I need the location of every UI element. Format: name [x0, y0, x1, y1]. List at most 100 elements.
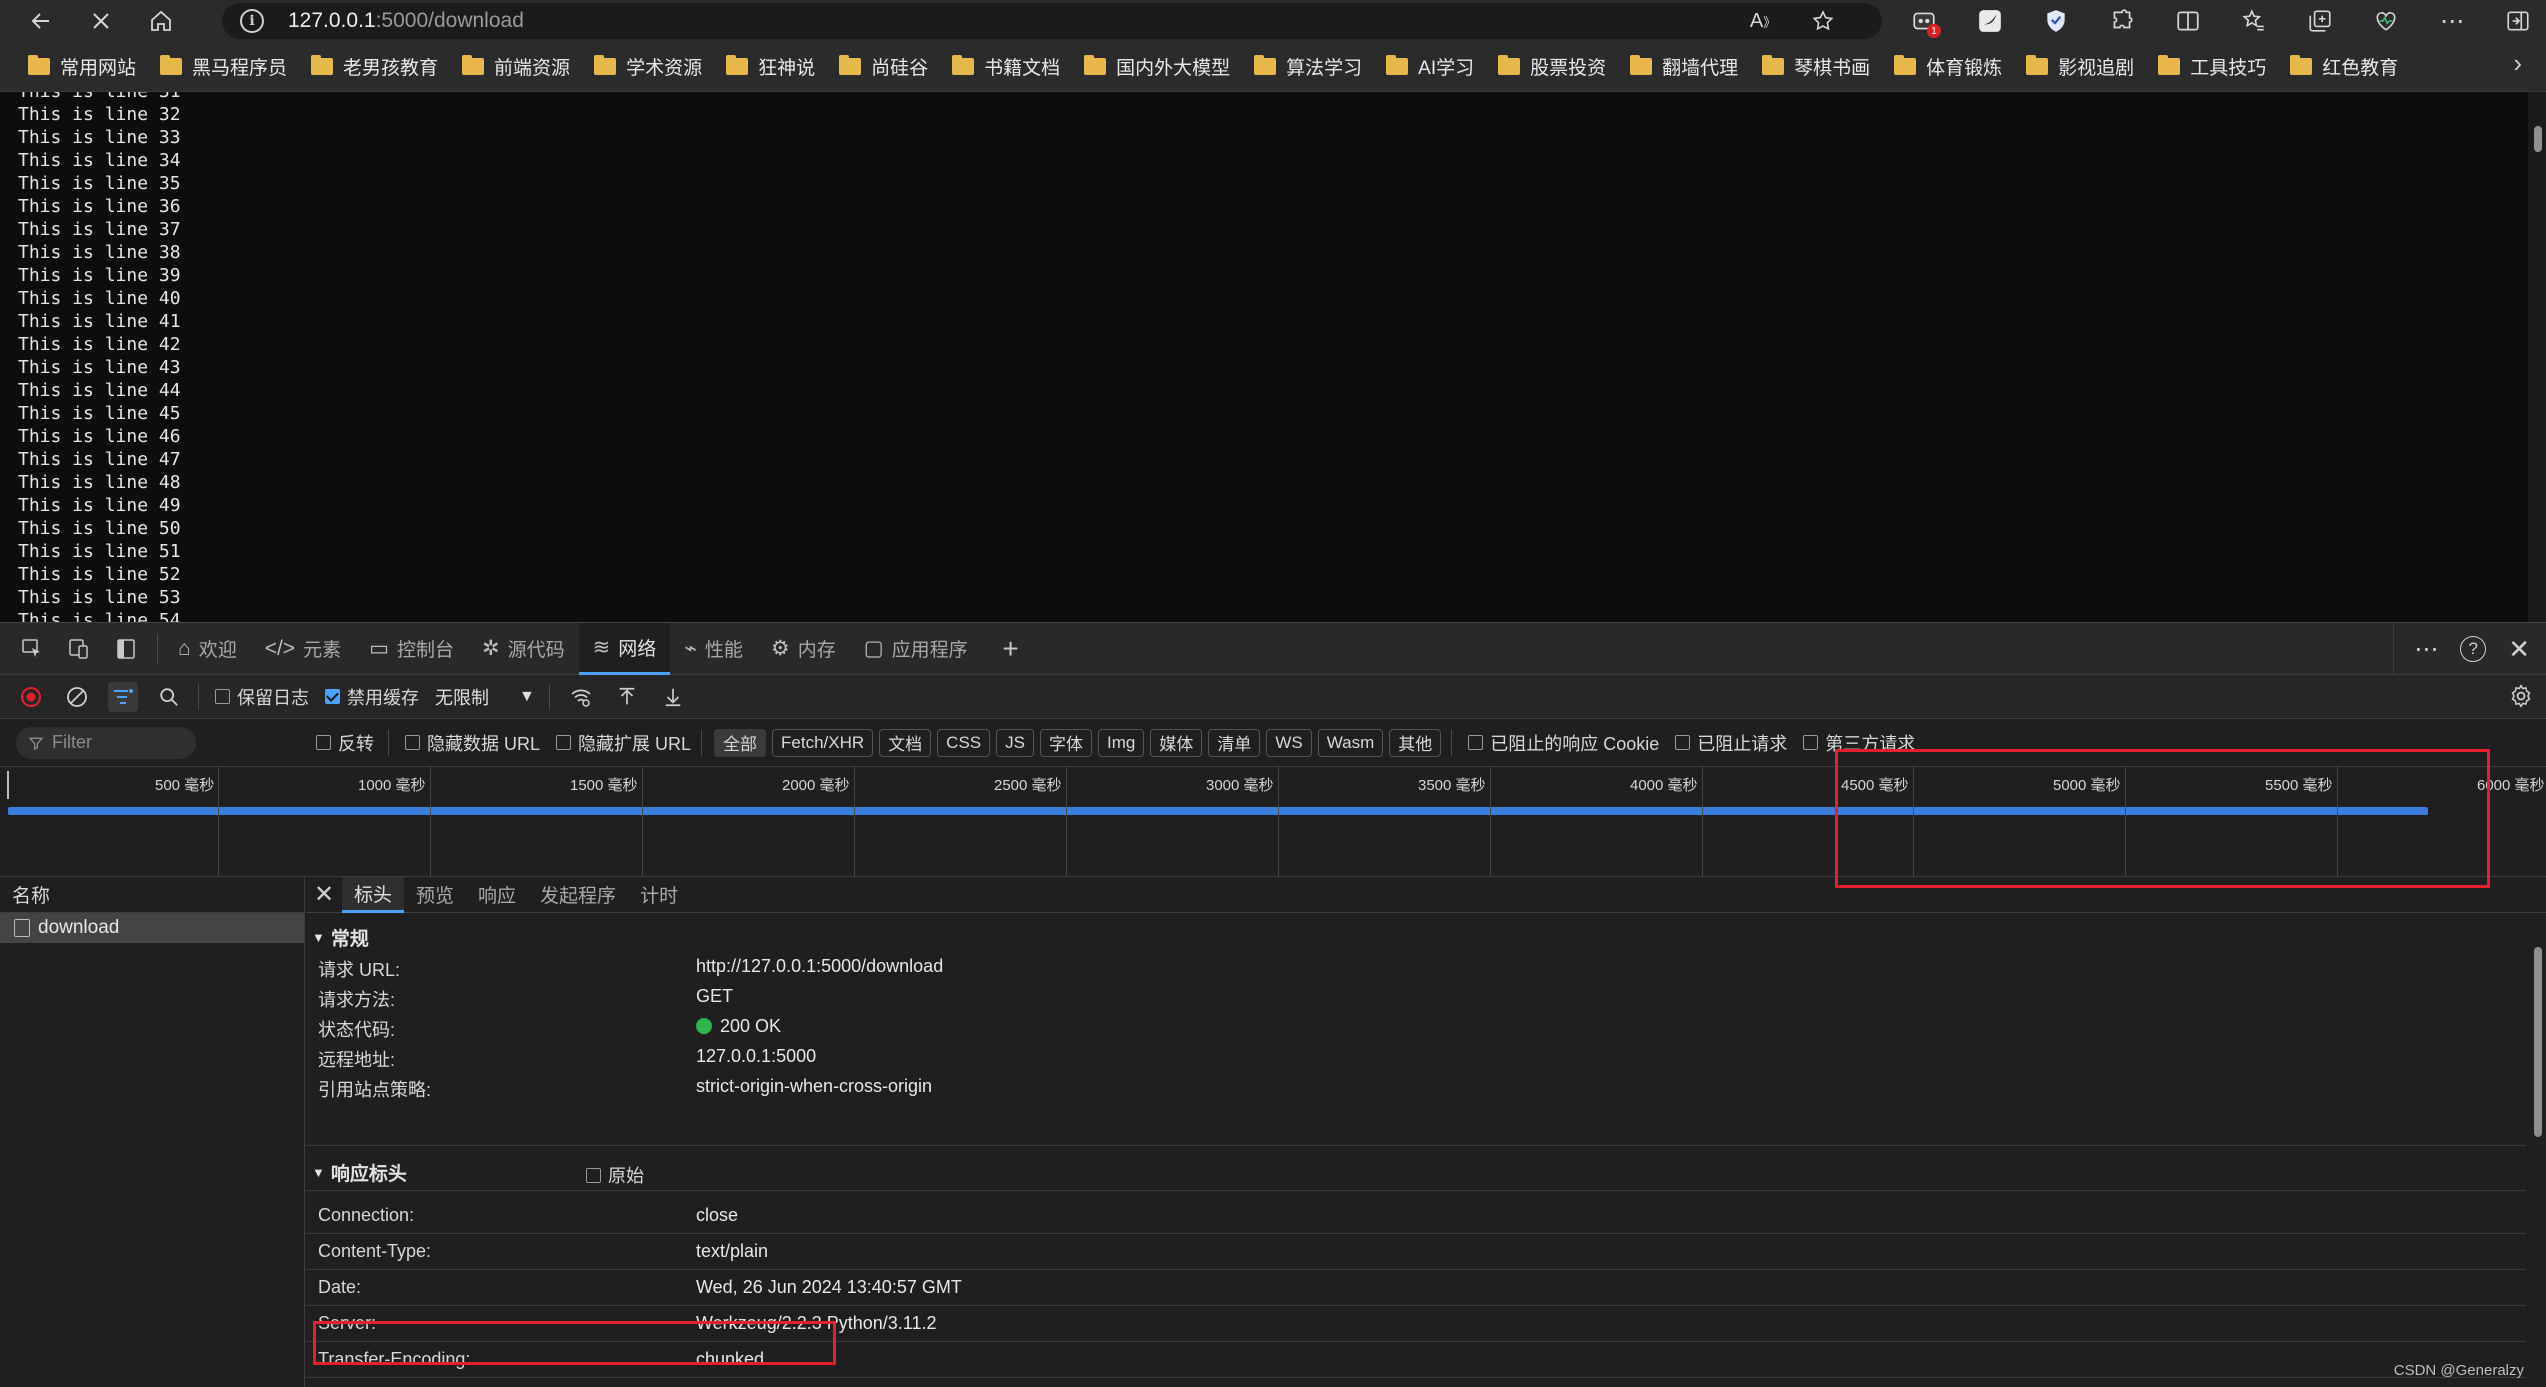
- add-tab-icon[interactable]: +: [996, 633, 1026, 664]
- close-devtools-icon[interactable]: ✕: [2508, 634, 2530, 665]
- import-har-icon[interactable]: [612, 682, 642, 712]
- address-bar[interactable]: i 127.0.0.1:5000/download A 》: [222, 3, 1882, 39]
- filter-input[interactable]: Filter: [16, 726, 196, 759]
- extensions-puzzle-icon[interactable]: [2103, 2, 2141, 40]
- url-text[interactable]: 127.0.0.1:5000/download: [288, 9, 524, 33]
- favorite-star-icon[interactable]: [1804, 2, 1842, 40]
- checkbox-box[interactable]: [316, 735, 331, 750]
- bookmark-folder[interactable]: 琴棋书画: [1750, 49, 1882, 85]
- type-filter-chip[interactable]: Wasm: [1317, 728, 1384, 757]
- clear-log-icon[interactable]: [62, 682, 92, 712]
- tab-network[interactable]: ≋ 网络: [578, 622, 671, 675]
- device-emulation-icon[interactable]: [64, 634, 94, 664]
- bookmark-folder[interactable]: 狂神说: [714, 49, 827, 85]
- hide-data-urls-checkbox[interactable]: 隐藏数据 URL: [405, 730, 540, 756]
- help-icon[interactable]: ?: [2460, 636, 2487, 662]
- close-details-icon[interactable]: ✕: [306, 877, 342, 913]
- tab-initiator[interactable]: 发起程序: [528, 877, 628, 913]
- site-info-icon[interactable]: i: [240, 9, 264, 33]
- bookmark-folder[interactable]: AI学习: [1374, 49, 1486, 85]
- bookmark-folder[interactable]: 常用网站: [16, 49, 148, 85]
- tab-timing[interactable]: 计时: [628, 877, 690, 913]
- type-filter-chip[interactable]: WS: [1266, 728, 1312, 757]
- more-menu-icon[interactable]: ⋯: [2433, 2, 2471, 40]
- tab-performance[interactable]: ⌁ 性能: [670, 623, 757, 675]
- search-icon[interactable]: [154, 682, 184, 712]
- bookmark-folder[interactable]: 翻墙代理: [1618, 49, 1750, 85]
- tab-elements[interactable]: </> 元素: [251, 623, 355, 675]
- bookmark-folder[interactable]: 尚硅谷: [827, 49, 940, 85]
- scroll-thumb[interactable]: [2534, 126, 2542, 152]
- inspect-element-icon[interactable]: [17, 634, 47, 664]
- bookmark-folder[interactable]: 学术资源: [582, 49, 714, 85]
- stop-button[interactable]: [82, 2, 120, 40]
- response-headers-section-header[interactable]: ▼ 响应标头: [312, 1157, 407, 1187]
- bookmark-folder[interactable]: 红色教育: [2278, 49, 2410, 85]
- details-scrollbar[interactable]: [2532, 937, 2544, 1377]
- extension-icon-2[interactable]: [1971, 2, 2009, 40]
- collections-icon[interactable]: [2301, 2, 2339, 40]
- request-row[interactable]: download: [0, 913, 304, 943]
- bookmark-folder[interactable]: 股票投资: [1486, 49, 1618, 85]
- type-filter-chip[interactable]: CSS: [937, 728, 991, 757]
- bookmark-folder[interactable]: 国内外大模型: [1072, 49, 1242, 85]
- checkbox-box[interactable]: [1803, 735, 1819, 750]
- more-options-icon[interactable]: ⋯: [2414, 635, 2438, 664]
- extension-icon-1[interactable]: 1: [1905, 2, 1943, 40]
- type-filter-chip[interactable]: Img: [1097, 728, 1145, 757]
- sidebar-toggle-icon[interactable]: [2499, 2, 2537, 40]
- bookmark-folder[interactable]: 影视追剧: [2014, 49, 2146, 85]
- chevron-right-icon[interactable]: ›: [2513, 48, 2522, 79]
- extension-icon-3[interactable]: [2037, 2, 2075, 40]
- checkbox-box[interactable]: [556, 735, 572, 750]
- network-conditions-icon[interactable]: [566, 682, 596, 712]
- record-stop-icon[interactable]: [16, 682, 46, 712]
- export-har-icon[interactable]: [658, 682, 688, 712]
- bookmark-folder[interactable]: 体育锻炼: [1882, 49, 2014, 85]
- type-filter-chip[interactable]: 媒体: [1150, 728, 1203, 757]
- type-filter-chip[interactable]: 全部: [714, 728, 767, 757]
- scroll-thumb[interactable]: [2534, 947, 2542, 1137]
- tab-welcome[interactable]: ⌂ 欢迎: [164, 623, 251, 675]
- tab-sources[interactable]: ✲ 源代码: [468, 623, 579, 675]
- name-column-header[interactable]: 名称: [0, 877, 304, 913]
- blocked-cookies-checkbox[interactable]: 已阻止的响应 Cookie: [1468, 730, 1659, 756]
- page-scrollbar[interactable]: [2528, 92, 2546, 622]
- blocked-requests-checkbox[interactable]: 已阻止请求: [1675, 730, 1787, 756]
- tab-memory[interactable]: ⚙ 内存: [757, 623, 850, 675]
- back-button[interactable]: [22, 2, 60, 40]
- network-settings-icon[interactable]: [2508, 683, 2534, 714]
- checkbox-box[interactable]: [405, 735, 420, 750]
- checkbox-box[interactable]: [1675, 735, 1691, 750]
- general-section-header[interactable]: ▼ 常规: [312, 922, 369, 952]
- throttle-select[interactable]: 无限制 ▼: [435, 684, 535, 710]
- bookmark-folder[interactable]: 书籍文档: [940, 49, 1072, 85]
- checkbox-box[interactable]: [215, 689, 230, 704]
- bookmark-folder[interactable]: 算法学习: [1242, 49, 1374, 85]
- tab-application[interactable]: ▢ 应用程序: [850, 623, 982, 675]
- type-filter-chip[interactable]: 文档: [879, 728, 932, 757]
- checkbox-box-checked[interactable]: [325, 689, 340, 704]
- home-button[interactable]: [142, 2, 180, 40]
- dock-side-icon[interactable]: [111, 634, 141, 664]
- filter-toggle-icon[interactable]: [108, 681, 138, 712]
- tab-console[interactable]: ▭ 控制台: [355, 623, 468, 675]
- tab-response[interactable]: 响应: [466, 877, 528, 913]
- favorites-icon[interactable]: [2235, 2, 2273, 40]
- preserve-log-checkbox[interactable]: 保留日志: [215, 684, 309, 710]
- browser-essentials-icon[interactable]: [2367, 2, 2405, 40]
- split-screen-icon[interactable]: [2169, 2, 2207, 40]
- type-filter-chip[interactable]: JS: [996, 728, 1034, 757]
- type-filter-chip[interactable]: 清单: [1208, 728, 1261, 757]
- raw-headers-checkbox[interactable]: 原始: [586, 1162, 644, 1188]
- bookmark-folder[interactable]: 前端资源: [450, 49, 582, 85]
- invert-checkbox[interactable]: 反转: [316, 730, 374, 756]
- tab-preview[interactable]: 预览: [404, 877, 466, 913]
- timeline-start-marker[interactable]: [7, 771, 9, 799]
- bookmark-folder[interactable]: 工具技巧: [2146, 49, 2278, 85]
- hide-ext-urls-checkbox[interactable]: 隐藏扩展 URL: [556, 730, 691, 756]
- type-filter-chip[interactable]: Fetch/XHR: [772, 728, 874, 757]
- read-aloud-icon[interactable]: A 》: [1744, 2, 1782, 40]
- type-filter-chip[interactable]: 其他: [1389, 728, 1442, 757]
- checkbox-box[interactable]: [1468, 735, 1484, 750]
